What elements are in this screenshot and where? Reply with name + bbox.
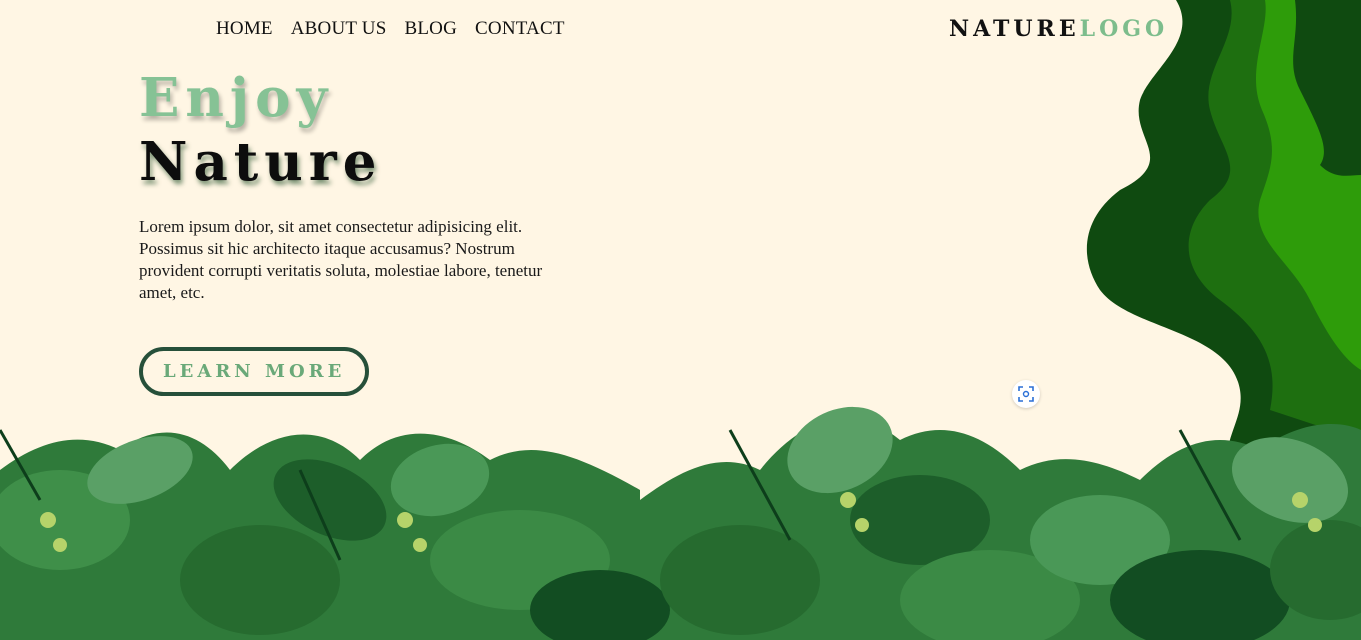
nav-blog-link[interactable]: BLOG	[405, 18, 458, 40]
landing-page: HOME ABOUT US BLOG CONTACT NATURE LOGO E…	[0, 0, 1361, 640]
nav-about-link[interactable]: ABOUT US	[291, 18, 387, 40]
hero-title-line1: Enjoy	[139, 67, 334, 129]
learn-more-button[interactable]: LEARN MORE	[139, 347, 370, 396]
site-logo[interactable]: NATURE LOGO	[949, 16, 1168, 42]
nav-contact-link[interactable]: CONTACT	[475, 18, 565, 40]
logo-part-nature: NATURE	[949, 16, 1080, 42]
hero-title-line2: Nature	[139, 131, 383, 193]
foliage-band	[0, 406, 1361, 640]
main-nav: HOME ABOUT US BLOG CONTACT	[216, 18, 565, 40]
nav-home-link[interactable]: HOME	[216, 18, 273, 40]
scan-button[interactable]	[1012, 380, 1040, 408]
hero-section: Enjoy Nature Lorem ipsum dolor, sit amet…	[139, 66, 549, 396]
hero-description: Lorem ipsum dolor, sit amet consectetur …	[139, 217, 543, 302]
logo-part-logo: LOGO	[1079, 16, 1169, 42]
scan-icon	[1018, 386, 1034, 402]
